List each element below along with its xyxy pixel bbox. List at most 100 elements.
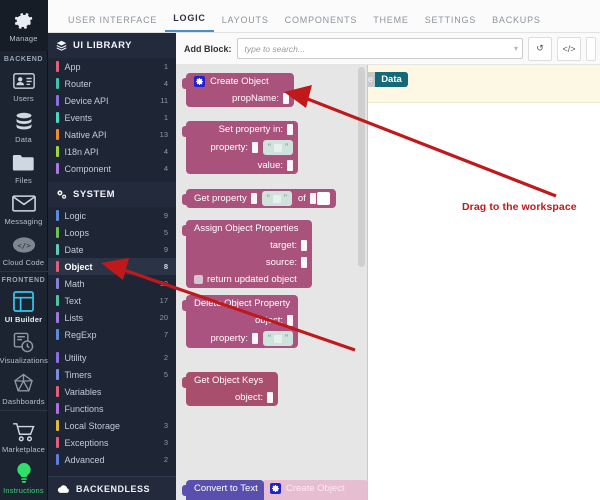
library-item-text[interactable]: Text 17: [48, 292, 176, 309]
create-object-block[interactable]: Create Object propName:: [182, 73, 294, 107]
rail-item-instructions[interactable]: Instructions: [0, 458, 48, 499]
convert-to-text-block[interactable]: Convert to Text object:: [182, 480, 264, 500]
system-header: SYSTEM: [48, 182, 176, 208]
color-bar: [56, 420, 59, 432]
rail-item-manage[interactable]: Manage: [0, 6, 48, 47]
svg-text:</>: </>: [17, 241, 31, 250]
socket-icon[interactable]: [301, 257, 307, 268]
create-object-title-row: Create Object: [186, 73, 294, 90]
string-value-field[interactable]: “”: [263, 331, 293, 346]
library-item-label: Logic: [64, 210, 87, 221]
library-item-variables[interactable]: Variables: [48, 383, 176, 400]
string-value-field[interactable]: “”: [263, 140, 293, 155]
overflow-button[interactable]: [586, 36, 596, 61]
pentagon-icon: [0, 372, 48, 396]
block-flyout-panel[interactable]: Create Object propName: Set property in:…: [176, 65, 368, 500]
search-placeholder: type to search...: [244, 43, 305, 54]
library-item-math[interactable]: Math 12: [48, 275, 176, 292]
rail-item-data[interactable]: Data: [0, 107, 48, 148]
socket-icon[interactable]: [309, 193, 316, 204]
empty-socket[interactable]: [316, 192, 330, 205]
workspace-toolbar: Add Block: type to search... ▾ ↺ </>: [176, 33, 600, 65]
library-item-loops[interactable]: Loops 5: [48, 224, 176, 241]
code-icon[interactable]: </>: [557, 36, 581, 61]
rail-item-marketplace[interactable]: Marketplace: [0, 417, 48, 458]
attached-create-object-block[interactable]: Create Object propName:: [262, 480, 367, 500]
library-item-label: Component: [64, 163, 112, 174]
library-item-label: Lists: [64, 312, 84, 323]
library-item-logic[interactable]: Logic 9: [48, 207, 176, 224]
convert-to-text-title: Convert to Text: [194, 483, 258, 494]
library-item-label: Utility: [64, 352, 87, 363]
delete-title-row: Delete Object Property: [186, 295, 298, 312]
library-item-app[interactable]: App 1: [48, 58, 176, 75]
tab-components[interactable]: COMPONENTS: [277, 15, 366, 32]
library-item-advanced[interactable]: Advanced 2: [48, 451, 176, 468]
rail-item-users[interactable]: Users: [0, 66, 48, 107]
chevron-down-icon[interactable]: ▾: [514, 44, 518, 53]
rail-item-cloud-code[interactable]: </> Cloud Code: [0, 230, 48, 271]
rail-section-backend: BACKEND: [3, 56, 44, 63]
assign-return-row[interactable]: return updated object: [186, 271, 312, 288]
library-item-label: RegExp: [64, 329, 97, 340]
library-item-count: 4: [163, 147, 168, 157]
socket-icon[interactable]: [301, 240, 307, 251]
library-item-router[interactable]: Router 4: [48, 75, 176, 92]
flyout-scrollbar[interactable]: [358, 67, 365, 267]
socket-icon[interactable]: [250, 193, 257, 204]
library-item-events[interactable]: Events 1: [48, 109, 176, 126]
delete-title: Delete Object Property: [194, 298, 291, 309]
socket-icon[interactable]: [252, 333, 258, 344]
socket-icon[interactable]: [287, 124, 293, 135]
rail-item-visualizations[interactable]: Visualizations: [0, 328, 48, 369]
rail-item-ui-builder[interactable]: UI Builder: [0, 287, 48, 328]
layout-icon: [0, 290, 48, 314]
tab-settings[interactable]: SETTINGS: [417, 15, 484, 32]
library-item-local-storage[interactable]: Local Storage 3: [48, 417, 176, 434]
library-item-regexp[interactable]: RegExp 7: [48, 326, 176, 343]
color-bar: [56, 261, 59, 273]
rail-item-messaging[interactable]: Messaging: [0, 189, 48, 230]
get-property-block[interactable]: Get property “” of: [182, 189, 336, 208]
search-input[interactable]: type to search... ▾: [236, 38, 523, 59]
library-item-object[interactable]: Object 8: [48, 258, 176, 276]
rail-item-dashboards[interactable]: Dashboards: [0, 369, 48, 410]
library-item-functions[interactable]: Functions: [48, 400, 176, 417]
socket-icon[interactable]: [267, 392, 273, 403]
delete-object-property-block[interactable]: Delete Object Property object: property:…: [182, 295, 298, 348]
layers-icon: [56, 40, 67, 51]
get-object-keys-block[interactable]: Get Object Keys object:: [182, 372, 278, 406]
history-icon[interactable]: ↺: [528, 36, 552, 61]
library-item-label: App: [64, 61, 81, 72]
library-item-timers[interactable]: Timers 5: [48, 366, 176, 383]
library-item-i18n-api[interactable]: I18n API 4: [48, 143, 176, 160]
envelope-icon: [0, 192, 48, 216]
library-item-lists[interactable]: Lists 20: [48, 309, 176, 326]
tab-layouts[interactable]: LAYOUTS: [214, 15, 277, 32]
checkbox-icon[interactable]: [194, 275, 203, 284]
library-item-date[interactable]: Date 9: [48, 241, 176, 258]
library-item-label: Text: [64, 295, 82, 306]
library-item-component[interactable]: Component 4: [48, 160, 176, 177]
color-bar: [56, 129, 59, 141]
assign-object-properties-block[interactable]: Assign Object Properties target: source:…: [182, 220, 312, 288]
tab-theme[interactable]: THEME: [365, 15, 417, 32]
rail-item-label: Dashboards: [2, 397, 45, 406]
library-item-device-api[interactable]: Device API 11: [48, 92, 176, 109]
socket-icon[interactable]: [287, 315, 293, 326]
rail-item-files[interactable]: Files: [0, 148, 48, 189]
socket-icon[interactable]: [252, 142, 258, 153]
tab-backups[interactable]: BACKUPS: [484, 15, 549, 32]
add-block-label: Add Block:: [184, 43, 232, 54]
socket-icon[interactable]: [283, 93, 289, 104]
set-property-in-block[interactable]: Set property in: property: “” value:: [182, 121, 298, 174]
socket-icon[interactable]: [287, 160, 293, 171]
rail-item-label: Cloud Code: [2, 258, 45, 267]
gear-icon: [270, 483, 281, 494]
library-item-native-api[interactable]: Native API 13: [48, 126, 176, 143]
tab-logic[interactable]: LOGIC: [165, 13, 214, 32]
string-value-field[interactable]: “”: [261, 191, 292, 206]
library-item-exceptions[interactable]: Exceptions 3: [48, 434, 176, 451]
tab-user-interface[interactable]: USER INTERFACE: [60, 15, 165, 32]
library-item-utility[interactable]: Utility 2: [48, 349, 176, 366]
